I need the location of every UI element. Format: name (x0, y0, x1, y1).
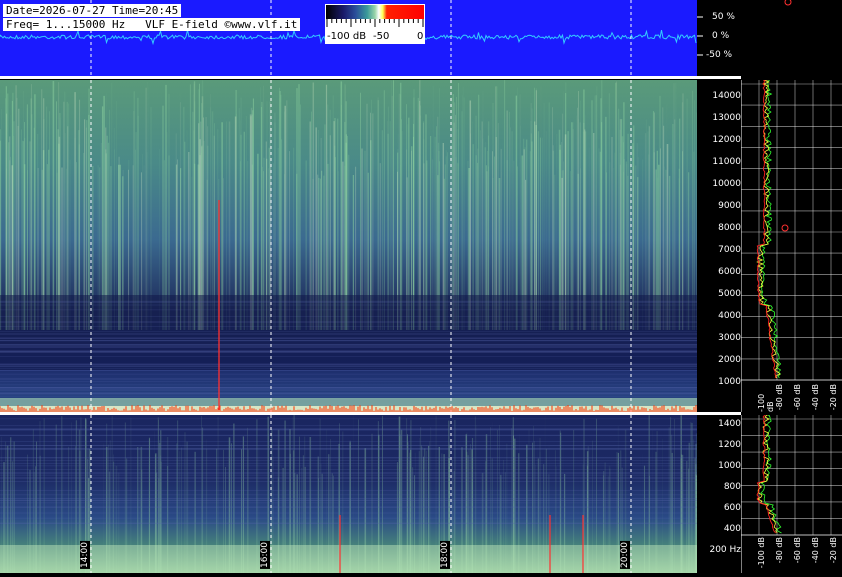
db-label: -60 dB (793, 384, 802, 411)
db-label: -20 dB (829, 537, 838, 564)
amp-ticks (697, 0, 792, 56)
freq-label: 10000 (712, 179, 741, 189)
spectrum-profile-upper-plot (740, 79, 842, 412)
db-label: -100 dB (757, 537, 766, 569)
time-label: 16:00 (260, 541, 270, 569)
freq-label: 600 (723, 503, 741, 513)
colorbar-ticks (326, 19, 424, 27)
db-label: -100 dB (757, 393, 775, 412)
upper-frequency-axis: 14000 13000 12000 11000 10000 9000 8000 … (697, 80, 741, 412)
freq-label: 2000 (718, 355, 741, 365)
separator-top (0, 76, 741, 79)
freq-label: 9000 (718, 201, 741, 211)
frequency-info-label: Freq= 1...15000 Hz VLF E-field ©www.vlf.… (3, 18, 301, 31)
colorbar-label-max: 0 (417, 31, 424, 42)
colorbar-label-mid: -50 (373, 31, 390, 42)
lower-frequency-axis: 1400 1200 1000 800 600 400 200 Hz (697, 415, 741, 573)
freq-label: 200 Hz (709, 545, 741, 555)
spectrum-profile-upper: -100 dB -80 dB -60 dB -40 dB -20 dB (740, 79, 842, 412)
time-label: 14:00 (80, 541, 90, 569)
freq-label: 12000 (712, 135, 741, 145)
freq-label: 4000 (718, 311, 741, 321)
db-label: -80 dB (775, 537, 784, 564)
colorbar-gradient (326, 5, 424, 19)
freq-label: 5000 (718, 289, 741, 299)
freq-label: 1200 (718, 440, 741, 450)
freq-label: 8000 (718, 223, 741, 233)
db-label: -40 dB (811, 537, 820, 564)
freq-label: 11000 (712, 157, 741, 167)
spectrum-profile-lower: -100 dB -80 dB -60 dB -40 dB -20 dB (740, 414, 842, 573)
spectrogram-upper (0, 80, 697, 412)
db-label: -60 dB (793, 537, 802, 564)
freq-label: 6000 (718, 267, 741, 277)
freq-label: 1400 (718, 419, 741, 429)
freq-label: 14000 (712, 91, 741, 101)
freq-label: 3000 (718, 333, 741, 343)
db-label: -40 dB (811, 384, 820, 411)
freq-label: 7000 (718, 245, 741, 255)
colorbar-label-min: -100 dB (327, 31, 367, 42)
colorbar: -100 dB -50 0 (325, 4, 425, 44)
freq-label: 13000 (712, 113, 741, 123)
spectrogram-lower-overlay (0, 415, 698, 573)
time-label: 20:00 (620, 541, 630, 569)
freq-label: 1000 (718, 377, 741, 387)
db-label: -20 dB (829, 384, 838, 411)
time-label: 18:00 (440, 541, 450, 569)
date-time-label: Date=2026-07-27 Time=20:45 (3, 4, 182, 17)
spectrogram-lower: 14:00 16:00 18:00 20:00 (0, 415, 698, 573)
freq-label: 1000 (718, 461, 741, 471)
freq-label: 400 (723, 524, 741, 534)
freq-label: 800 (723, 482, 741, 492)
db-label: -80 dB (775, 384, 784, 411)
spectrogram-upper-overlay (0, 80, 697, 412)
